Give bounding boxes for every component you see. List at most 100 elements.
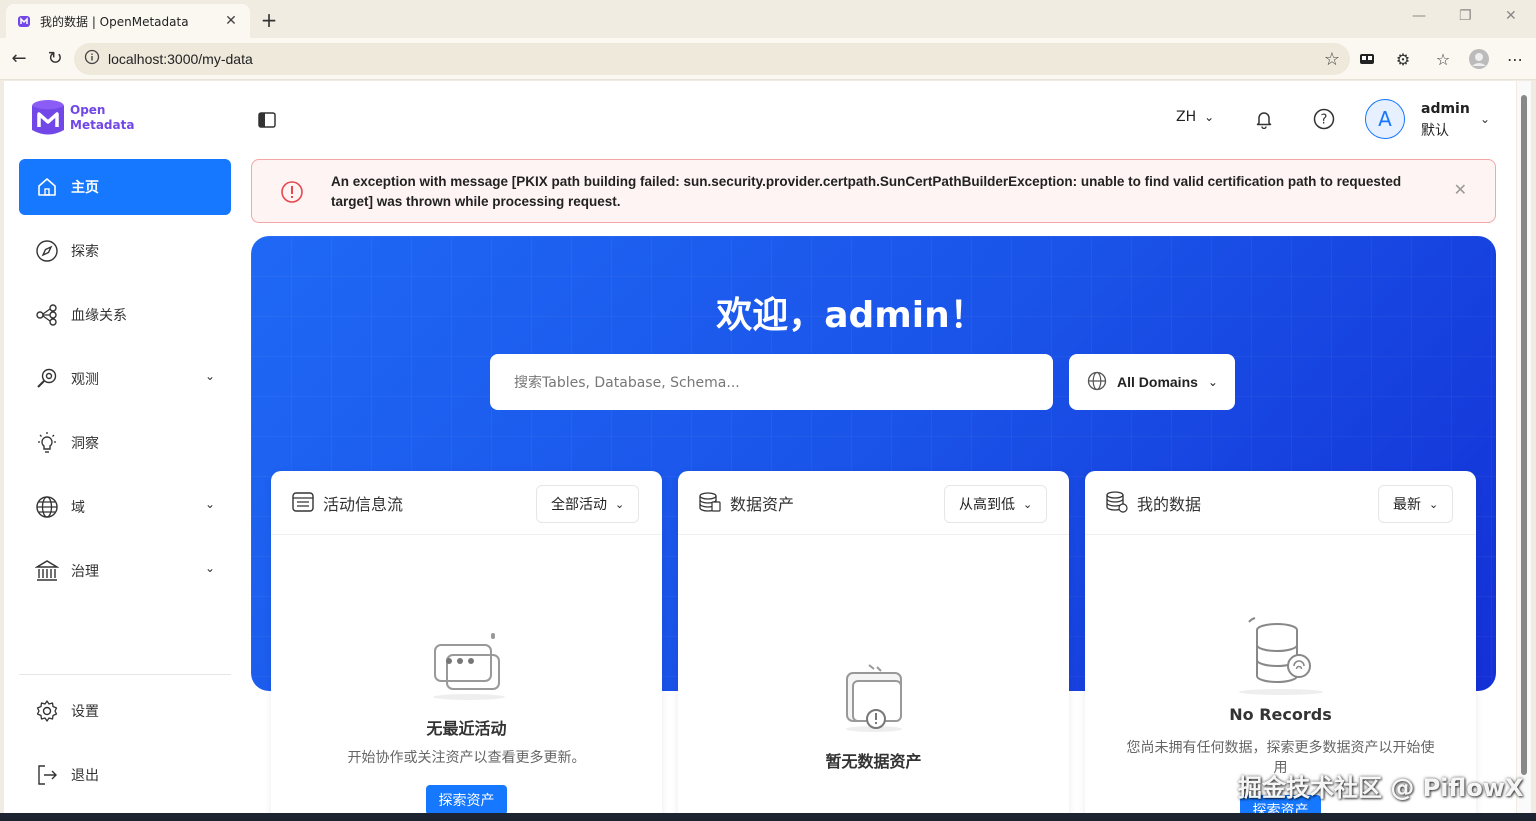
chevron-down-icon[interactable]: ⌄ [205,561,215,575]
lineage-icon [35,303,59,327]
my-data-icon [1105,490,1129,514]
insights-icon [35,431,59,455]
gear-icon [35,699,59,723]
sidebar: Open Metadata 主页 探索 血缘关系 观测 ⌄ 洞察 域 ⌄ 治理 … [4,81,244,813]
sidebar-item-settings[interactable]: 设置 [19,683,231,739]
sidebar-item-label: 主页 [71,180,99,196]
user-role: 默认 [1421,123,1449,139]
extension-icon[interactable] [1356,48,1378,70]
chevron-down-icon: ⌄ [615,497,625,511]
sidebar-item-label: 退出 [71,768,99,784]
welcome-title: 欢迎，admin！ [716,295,986,336]
sidebar-item-governance[interactable]: 治理 ⌄ [19,543,231,599]
sidebar-item-domains[interactable]: 域 ⌄ [19,479,231,535]
menu-icon[interactable]: ⋯ [1504,48,1526,70]
openmetadata-favicon-icon [16,13,32,29]
tab-close-icon[interactable]: ✕ [222,13,240,29]
close-window-icon[interactable]: ✕ [1505,8,1517,24]
chevron-down-icon: ⌄ [1207,375,1218,389]
my-data-card: 我的数据 最新 ⌄ No Records 您尚未拥有任何数据，探索更多数据资产以… [1085,471,1476,813]
minimize-icon[interactable]: — [1412,8,1426,24]
chevron-down-icon[interactable]: ⌄ [205,497,215,511]
explore-assets-button[interactable]: 探索资产 [426,785,507,813]
site-info-icon[interactable] [84,49,100,69]
card-title: 我的数据 [1137,495,1202,514]
governance-icon [35,559,59,583]
sidebar-item-label: 治理 [71,564,99,580]
reload-icon[interactable]: ↻ [44,48,66,69]
sidebar-item-insights[interactable]: 洞察 [19,415,231,471]
taskbar-strip [0,813,1536,821]
browser-tab[interactable]: 我的数据 | OpenMetadata ✕ [6,4,250,38]
watermark: 掘金技术社区 @ PiflowX [1238,774,1524,802]
sidebar-item-label: 域 [71,500,85,516]
chevron-down-icon[interactable]: ⌄ [205,369,215,383]
empty-state-description: 开始协作或关注资产以查看更多更新。 [347,750,586,766]
empty-state-title: 暂无数据资产 [825,752,922,771]
language-label: ZH [1176,109,1197,125]
bookmark-star-icon[interactable]: ☆ [1324,49,1340,70]
card-header: 活动信息流 全部活动 ⌄ [271,471,662,535]
close-icon[interactable]: ✕ [1454,180,1467,199]
select-value: 全部活动 [551,497,607,513]
chevron-down-icon[interactable]: ⌄ [1480,112,1490,126]
activity-filter-select[interactable]: 全部活动 ⌄ [536,485,640,523]
sidebar-item-label: 血缘关系 [71,308,127,324]
page-scrollbar[interactable] [1517,81,1531,813]
sidebar-item-label: 设置 [71,704,99,720]
logo-line2: Metadata [70,118,135,132]
empty-state-title: No Records [1229,705,1332,724]
sort-order-select[interactable]: 从高到低 ⌄ [944,485,1048,523]
observability-icon [35,367,59,391]
sidebar-item-label: 观测 [71,372,99,388]
data-assets-card: 数据资产 从高到低 ⌄ 暂无数据资产 [678,471,1069,813]
scrollbar-thumb[interactable] [1521,95,1527,775]
empty-folder-icon [841,663,907,737]
my-data-sort-select[interactable]: 最新 ⌄ [1378,485,1454,523]
sidebar-item-logout[interactable]: 退出 [19,747,231,803]
card-header: 数据资产 从高到低 ⌄ [678,471,1069,535]
url-field[interactable]: localhost:3000/my-data ☆ [74,43,1350,75]
domains-dropdown[interactable]: All Domains ⌄ [1069,354,1235,410]
address-bar: ← ↻ localhost:3000/my-data ☆ ⚙ ☆ ⋯ [0,38,1536,80]
activity-feed-card: 活动信息流 全部活动 ⌄ 无最近活动 开始协作或关注资产以查看更多更新。 探索资… [271,471,662,813]
openmetadata-logo[interactable]: Open Metadata [30,99,134,137]
search-input[interactable]: 搜索Tables, Database, Schema... [490,354,1053,410]
back-icon[interactable]: ← [8,48,30,69]
profile-icon[interactable] [1468,48,1490,70]
sidebar-divider [19,674,231,675]
new-tab-icon[interactable]: + [258,8,280,32]
sidebar-item-explore[interactable]: 探索 [19,223,231,279]
main-content: ZH ⌄ ? A admin 默认 ⌄ An exception with me… [244,81,1516,813]
activity-feed-icon [291,490,315,514]
chevron-down-icon: ⌄ [1204,110,1215,124]
sidebar-item-observability[interactable]: 观测 ⌄ [19,351,231,407]
database-icon [1235,616,1325,700]
user-name[interactable]: admin [1421,101,1470,117]
globe-icon [35,495,59,519]
avatar[interactable]: A [1365,99,1405,139]
alert-message: An exception with message [PKIX path bui… [331,174,1402,209]
chat-bubbles-icon [429,631,509,705]
restore-icon[interactable]: ❐ [1459,8,1472,24]
bell-icon[interactable] [1252,107,1276,131]
puzzle-icon[interactable]: ⚙ [1392,48,1414,70]
card-title: 活动信息流 [323,495,404,514]
favorites-icon[interactable]: ☆ [1432,48,1454,70]
language-selector[interactable]: ZH ⌄ [1176,109,1214,125]
database-stack-icon [698,490,722,514]
empty-state-title: 无最近活动 [426,719,507,738]
sidebar-item-label: 探索 [71,244,99,260]
sidebar-toggle-icon[interactable] [258,111,276,133]
sidebar-item-lineage[interactable]: 血缘关系 [19,287,231,343]
logo-line1: Open [70,103,106,117]
select-value: 从高到低 [959,497,1015,513]
domains-label: All Domains [1117,374,1198,390]
chevron-down-icon: ⌄ [1023,497,1033,511]
tab-title: 我的数据 | OpenMetadata [40,14,189,29]
help-icon[interactable]: ? [1312,107,1336,131]
app-page: Open Metadata 主页 探索 血缘关系 观测 ⌄ 洞察 域 ⌄ 治理 … [4,81,1516,813]
svg-text:?: ? [1321,113,1328,128]
sidebar-item-home[interactable]: 主页 [19,159,231,215]
sidebar-item-label: 洞察 [71,436,99,452]
